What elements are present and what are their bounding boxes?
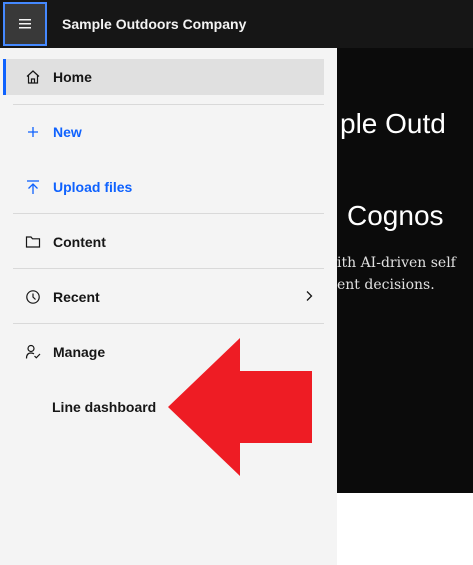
chevron-right-icon[interactable]	[304, 289, 314, 305]
nav-divider	[13, 213, 324, 214]
upload-icon	[25, 179, 41, 195]
nav-item-recent-label: Recent	[53, 289, 100, 305]
hero-description: ith AI-driven self ent decisions.	[337, 252, 456, 296]
nav-item-home[interactable]: Home	[3, 59, 324, 95]
clock-icon	[25, 289, 41, 305]
hero-subtitle: Cognos	[347, 200, 444, 231]
nav-item-content-label: Content	[53, 234, 106, 250]
nav-item-new[interactable]: New	[4, 114, 324, 150]
nav-item-home-label: Home	[53, 69, 92, 85]
nav-item-new-label: New	[53, 124, 82, 140]
welcome-hero: ple Outd Cognos ith AI-driven self ent d…	[337, 48, 473, 493]
hero-title: ple Outd	[340, 108, 446, 139]
nav-divider	[13, 268, 324, 269]
nav-item-upload-files[interactable]: Upload files	[4, 169, 324, 205]
hero-description-line-1: ith AI-driven self	[337, 255, 456, 271]
nav-subitem-line-dashboard[interactable]: Line dashboard	[52, 389, 156, 425]
plus-icon	[25, 124, 41, 140]
hamburger-menu-button[interactable]	[3, 2, 47, 46]
manage-user-icon	[25, 344, 41, 360]
nav-divider	[13, 323, 324, 324]
folder-icon	[25, 234, 41, 250]
home-icon	[25, 69, 41, 85]
hero-description-line-2: ent decisions.	[337, 277, 435, 293]
side-navigation: Home New Upload files Content Recent Man…	[0, 48, 337, 565]
nav-item-recent[interactable]: Recent	[4, 279, 324, 315]
brand-name[interactable]: Sample Outdoors Company	[62, 0, 246, 48]
red-arrow-annotation	[168, 338, 312, 476]
nav-item-upload-files-label: Upload files	[53, 179, 133, 195]
nav-item-manage-label: Manage	[53, 344, 106, 360]
nav-item-content[interactable]: Content	[4, 224, 324, 260]
nav-divider	[13, 104, 324, 105]
top-bar: Sample Outdoors Company	[0, 0, 473, 48]
hamburger-menu-icon	[19, 19, 31, 29]
